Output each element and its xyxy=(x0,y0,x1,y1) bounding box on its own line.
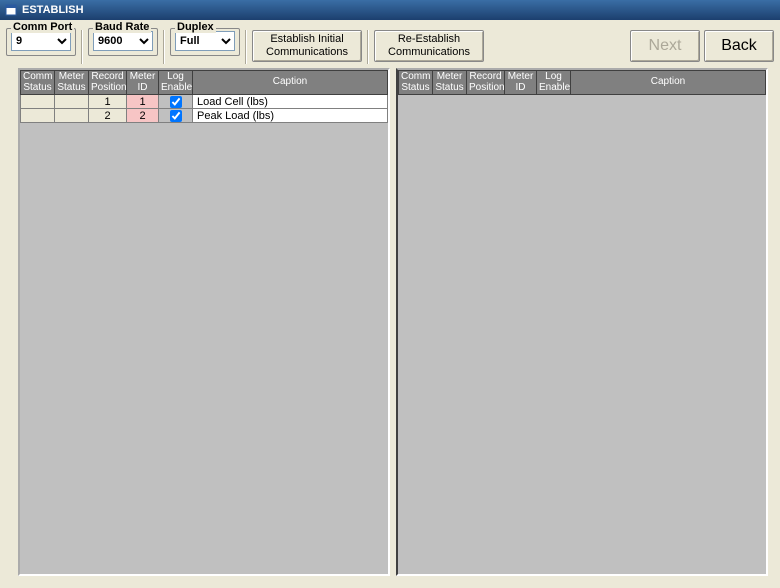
cell-meter-status[interactable] xyxy=(55,109,89,123)
cell-caption[interactable]: Peak Load (lbs) xyxy=(193,109,388,123)
table-row[interactable]: 22 Peak Load (lbs) xyxy=(21,109,388,123)
titlebar: ESTABLISH xyxy=(0,0,780,20)
baud-rate-group: Baud Rate 9600 xyxy=(88,28,158,56)
cell-comm-status[interactable] xyxy=(21,109,55,123)
col-meter-id: MeterID xyxy=(127,71,159,95)
window-title: ESTABLISH xyxy=(22,4,84,16)
right-panel: CommStatus MeterStatus RecordPosition Me… xyxy=(396,68,768,576)
cell-caption[interactable]: Load Cell (lbs) xyxy=(193,95,388,109)
cell-meter-id[interactable]: 2 xyxy=(127,109,159,123)
baud-rate-select[interactable]: 9600 xyxy=(93,31,153,51)
separator xyxy=(81,30,83,64)
table-row[interactable]: 11 Load Cell (lbs) xyxy=(21,95,388,109)
right-grid: CommStatus MeterStatus RecordPosition Me… xyxy=(398,70,766,95)
log-enable-checkbox[interactable] xyxy=(170,96,182,108)
separator xyxy=(163,30,165,64)
establish-button-line2: Communications xyxy=(266,46,348,58)
panels: CommStatus MeterStatus RecordPosition Me… xyxy=(18,68,768,576)
col-caption: Caption xyxy=(571,71,766,95)
baud-rate-label: Baud Rate xyxy=(93,21,151,33)
col-log-enable: LogEnable xyxy=(159,71,193,95)
separator xyxy=(367,30,369,64)
duplex-group: Duplex Full xyxy=(170,28,240,56)
col-comm-status: CommStatus xyxy=(399,71,433,95)
col-comm-status: CommStatus xyxy=(21,71,55,95)
duplex-select[interactable]: Full xyxy=(175,31,235,51)
cell-meter-status[interactable] xyxy=(55,95,89,109)
next-button: Next xyxy=(630,30,700,62)
col-meter-status: MeterStatus xyxy=(55,71,89,95)
cell-log-enable[interactable] xyxy=(159,95,193,109)
log-enable-checkbox[interactable] xyxy=(170,110,182,122)
col-log-enable: LogEnable xyxy=(537,71,571,95)
comm-port-select[interactable]: 9 xyxy=(11,31,71,51)
duplex-label: Duplex xyxy=(175,21,216,33)
col-caption: Caption xyxy=(193,71,388,95)
establish-button[interactable]: Establish Initial Communications xyxy=(252,30,362,62)
col-meter-id: MeterID xyxy=(505,71,537,95)
col-record-pos: RecordPosition xyxy=(89,71,127,95)
col-meter-status: MeterStatus xyxy=(433,71,467,95)
reestablish-button[interactable]: Re-Establish Communications xyxy=(374,30,484,62)
reestablish-button-line1: Re-Establish xyxy=(398,33,460,45)
left-panel: CommStatus MeterStatus RecordPosition Me… xyxy=(18,68,390,576)
cell-comm-status[interactable] xyxy=(21,95,55,109)
comm-port-label: Comm Port xyxy=(11,21,74,33)
back-button[interactable]: Back xyxy=(704,30,774,62)
separator xyxy=(245,30,247,64)
toolbar: Comm Port 9 Baud Rate 9600 Duplex Full E… xyxy=(0,20,780,66)
cell-meter-id[interactable]: 1 xyxy=(127,95,159,109)
comm-port-group: Comm Port 9 xyxy=(6,28,76,56)
cell-log-enable[interactable] xyxy=(159,109,193,123)
col-record-pos: RecordPosition xyxy=(467,71,505,95)
grid-header-row: CommStatus MeterStatus RecordPosition Me… xyxy=(21,71,388,95)
cell-record-pos[interactable]: 2 xyxy=(89,109,127,123)
app-icon xyxy=(4,3,18,17)
left-grid: CommStatus MeterStatus RecordPosition Me… xyxy=(20,70,388,123)
establish-button-line1: Establish Initial xyxy=(270,33,343,45)
grid-header-row: CommStatus MeterStatus RecordPosition Me… xyxy=(399,71,766,95)
reestablish-button-line2: Communications xyxy=(388,46,470,58)
cell-record-pos[interactable]: 1 xyxy=(89,95,127,109)
